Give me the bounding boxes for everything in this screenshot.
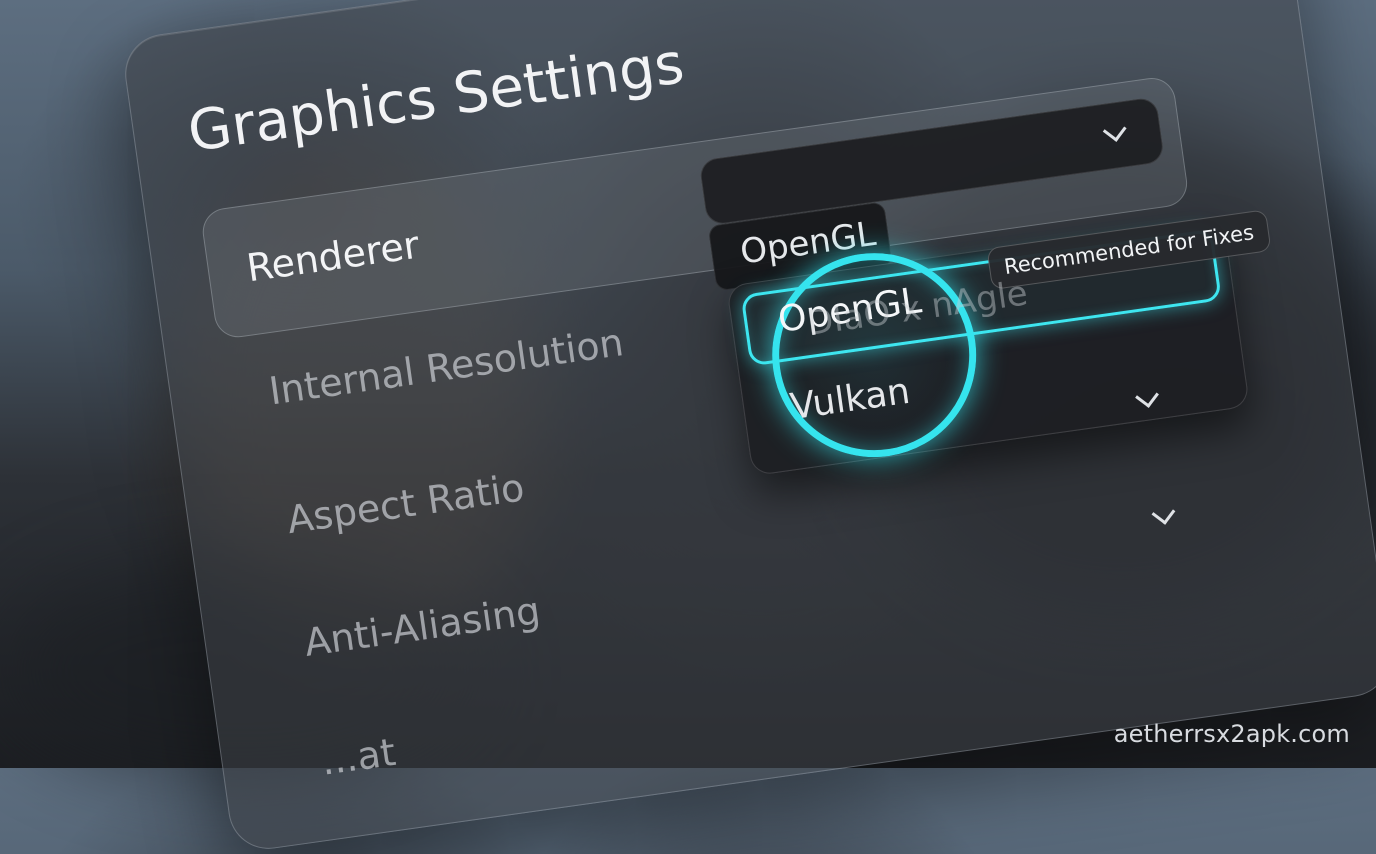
setting-anti-aliasing[interactable]: Anti-Aliasing xyxy=(302,588,543,665)
chevron-down-icon[interactable] xyxy=(1151,500,1176,525)
page-title: Graphics Settings xyxy=(184,31,689,166)
renderer-select[interactable] xyxy=(698,96,1166,227)
setting-internal-resolution[interactable]: Internal Resolution xyxy=(266,320,626,413)
watermark: aetherrsx2apk.com xyxy=(1113,720,1350,748)
setting-aspect-ratio[interactable]: Aspect Ratio xyxy=(284,465,527,542)
renderer-label: Renderer xyxy=(243,222,422,291)
chevron-down-icon xyxy=(1102,118,1127,142)
setting-partially-hidden[interactable]: ...at xyxy=(318,730,398,784)
